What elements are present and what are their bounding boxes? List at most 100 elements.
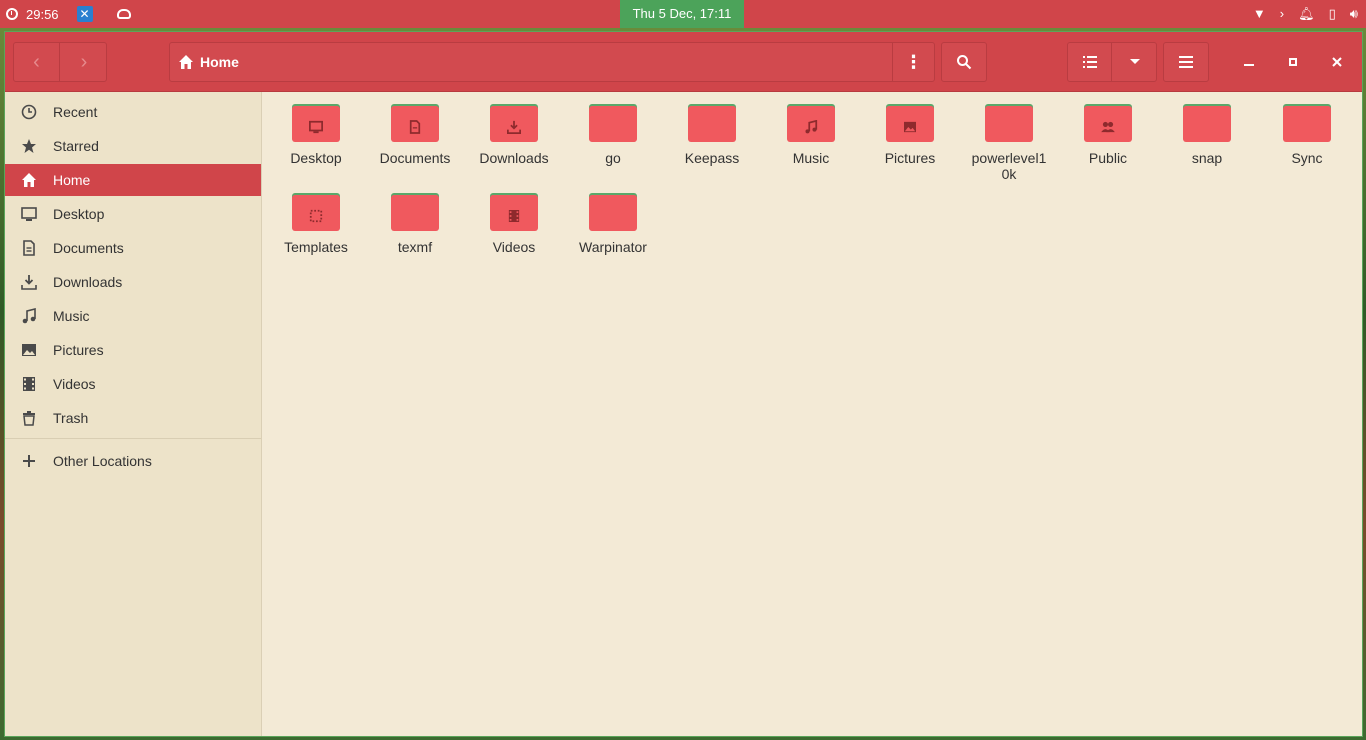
app-indicator-icon[interactable]: ✕ [76,6,93,22]
panel-datetime[interactable]: Thu 5 Dec, 17:11 [620,0,744,28]
view-toggle-group [1067,42,1157,82]
folder-downloads[interactable]: Downloads [466,104,562,188]
chevron-down-icon [1130,59,1140,64]
picture-icon [904,121,916,133]
music-icon [805,120,818,134]
folder-warpinator[interactable]: Warpinator [565,193,661,277]
back-button[interactable]: ‹ [14,43,60,81]
minimize-button[interactable] [1237,50,1261,74]
folder-sync[interactable]: Sync [1259,104,1355,188]
file-label: Videos [492,239,536,255]
folder-icon [787,104,835,142]
video-icon [508,210,520,222]
file-label: Downloads [479,150,549,166]
folder-pictures[interactable]: Pictures [862,104,958,188]
sidebar-item-videos[interactable]: Videos [5,368,261,400]
chevron-right-icon[interactable]: › [1280,0,1284,28]
view-options-button[interactable] [1113,43,1157,81]
folder-templates[interactable]: Templates [268,193,364,277]
folder-public[interactable]: Public [1060,104,1156,188]
document-icon [409,120,421,134]
folder-icon [1283,104,1331,142]
file-label: texmf [397,239,433,255]
home-icon [5,172,53,188]
file-label: Documents [379,150,451,166]
file-label: Keepass [684,150,740,166]
maximize-button[interactable] [1281,50,1305,74]
file-label: Desktop [290,150,342,166]
bell-icon[interactable]: 🔔︎ [1298,0,1315,28]
folder-music[interactable]: Music [763,104,859,188]
folder-powerlevel10k[interactable]: powerlevel1 0k [961,104,1057,188]
close-button[interactable] [1325,50,1349,74]
list-view-button[interactable] [1068,43,1112,81]
wifi-icon[interactable]: ▼ [1253,0,1266,28]
folder-icon [589,104,637,142]
sidebar-item-label: Pictures [53,342,104,358]
maximize-icon [1289,58,1297,66]
download-icon [507,120,521,134]
folder-snap[interactable]: snap [1159,104,1255,188]
folder-go[interactable]: go [565,104,661,188]
folder-videos[interactable]: Videos [466,193,562,277]
people-icon [1101,121,1115,133]
path-options-button[interactable]: ⋮ [892,43,934,81]
desktop-icon [309,120,323,134]
top-panel: 29:56 ✕ Thu 5 Dec, 17:11 ▼ › 🔔︎ ▯ 🔊︎ [0,0,1366,28]
sidebar-item-label: Desktop [53,206,105,222]
forward-button[interactable]: › [61,43,107,81]
sidebar-item-label: Trash [53,410,89,426]
folder-icon [589,193,637,231]
folder-keepass[interactable]: Keepass [664,104,760,188]
sidebar-item-desktop[interactable]: Desktop [5,198,261,230]
search-button[interactable] [941,42,987,82]
file-label: Pictures [884,150,936,166]
clock-icon [5,104,53,120]
music-icon [5,308,53,324]
timer-icon[interactable] [6,8,18,20]
sidebar-item-other-locations[interactable]: Other Locations [5,445,261,477]
video-icon [5,376,53,392]
sidebar-item-label: Videos [53,376,96,392]
file-label: snap [1191,150,1223,166]
main-menu-button[interactable] [1163,42,1209,82]
path-bar: Home ⋮ [169,42,935,82]
sidebar-item-pictures[interactable]: Pictures [5,334,261,366]
sidebar-item-label: Home [53,172,91,188]
folder-icon [292,193,340,231]
sidebar-item-trash[interactable]: Trash [5,402,261,434]
folder-icon [490,193,538,231]
folder-documents[interactable]: Documents [367,104,463,188]
document-icon [5,240,53,256]
path-home-button[interactable]: Home [178,43,239,81]
folder-icon [391,193,439,231]
navigation-buttons: ‹ › [13,42,107,82]
star-icon [5,138,53,154]
cloud-icon[interactable] [116,9,131,19]
file-label: Templates [284,239,348,255]
file-grid: Desktop Documents Downloads go Keepass M… [263,92,1362,736]
battery-icon[interactable]: ▯ [1329,0,1336,28]
list-icon [1082,56,1097,68]
folder-desktop[interactable]: Desktop [268,104,364,188]
file-label: powerlevel1 0k [971,150,1047,182]
file-label: Warpinator [579,239,647,255]
folder-icon [886,104,934,142]
folder-icon [391,104,439,142]
volume-icon[interactable]: 🔊︎ [1350,0,1358,28]
folder-icon [985,104,1033,142]
sidebar-item-music[interactable]: Music [5,300,261,332]
hamburger-icon [1179,56,1193,68]
folder-icon [292,104,340,142]
picture-icon [5,342,53,358]
sidebar-item-downloads[interactable]: Downloads [5,266,261,298]
trash-icon [5,410,53,426]
file-label: Music [792,150,830,166]
desktop-icon [5,206,53,222]
sidebar-item-starred[interactable]: Starred [5,130,261,162]
sidebar-item-documents[interactable]: Documents [5,232,261,264]
folder-texmf[interactable]: texmf [367,193,463,277]
sidebar-item-home[interactable]: Home [5,164,261,196]
plus-icon [5,455,53,467]
sidebar-item-recent[interactable]: Recent [5,96,261,128]
